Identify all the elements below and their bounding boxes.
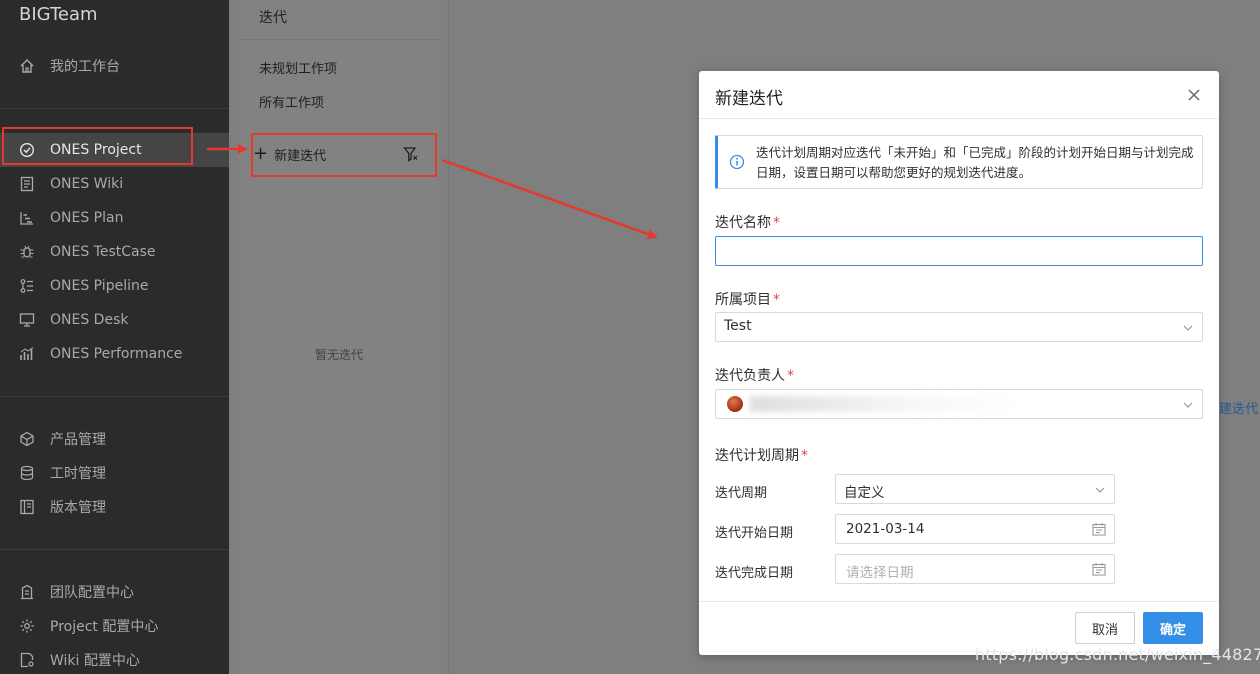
panel-divider [239,39,439,40]
nav-workbench-label: 我的工作台 [50,59,120,75]
nav-version-management-label: 版本管理 [50,500,106,516]
project-label-text: 所属项目 [715,292,771,308]
start-date-value: 2021-03-14 [846,521,925,537]
chevron-down-icon [1095,487,1105,493]
calendar-icon [1092,563,1106,576]
sidebar-divider [0,549,229,550]
nav-workbench[interactable]: 我的工作台 [0,49,229,83]
monitor-icon [19,313,35,327]
all-items-link[interactable]: 所有工作项 [259,92,324,111]
nav-project-config-label: Project 配置中心 [50,619,159,635]
nav-ones-desk-label: ONES Desk [50,312,129,328]
owner-label: 迭代负责人 * [715,365,794,385]
panel-border [448,0,449,674]
info-alert-text: 迭代计划周期对应迭代「未开始」和「已完成」阶段的计划开始日期与计划完成日期，设置… [756,145,1194,180]
end-date-placeholder: 请选择日期 [846,565,914,581]
owner-select[interactable] [715,389,1203,419]
cancel-button[interactable]: 取消 [1075,612,1135,644]
nav-time-management[interactable]: 工时管理 [0,456,229,490]
empty-state-text: 暂无迭代 [314,348,363,362]
nav-team-config-label: 团队配置中心 [50,585,134,601]
avatar [727,396,743,412]
period-label: 迭代周期 [715,486,768,501]
chevron-down-icon [1183,402,1193,408]
dialog-divider [699,118,1219,119]
nav-ones-performance[interactable]: ONES Performance [0,337,229,371]
document-icon [20,176,34,192]
owner-label-text: 迭代负责人 [715,368,785,384]
close-icon[interactable] [1185,86,1203,104]
chevron-down-icon [1183,325,1193,331]
project-label: 所属项目 * [715,289,780,309]
end-date-label: 迭代完成日期 [715,566,794,581]
nav-ones-wiki-label: ONES Wiki [50,176,124,192]
nav-ones-pipeline[interactable]: ONES Pipeline [0,269,229,303]
nav-wiki-config[interactable]: Wiki 配置中心 [0,643,229,674]
required-mark: * [787,368,794,384]
redacted-name [750,396,1020,412]
background-new-iteration-link: 建迭代 [1219,402,1259,417]
annotation-arrow-2 [441,158,658,239]
gantt-icon [20,212,33,225]
iteration-panel: 迭代 未规划工作项 所有工作项 + 新建迭代 暂无迭代 [239,0,439,674]
nav-ones-desk[interactable]: ONES Desk [0,303,229,337]
plan-cycle-label: 迭代计划周期 * [715,445,808,465]
nav-ones-plan-label: ONES Plan [50,210,124,226]
iteration-name-label: 迭代名称 * [715,212,780,232]
info-alert: 迭代计划周期对应迭代「未开始」和「已完成」阶段的计划开始日期与计划完成日期，设置… [715,135,1203,189]
nav-time-management-label: 工时管理 [50,466,106,482]
period-select[interactable]: 自定义 [835,474,1115,504]
nav-ones-testcase-label: ONES TestCase [50,244,156,260]
watermark: https://blog.csdn.net/weixin_44827739 [975,645,1260,664]
required-mark: * [801,448,808,464]
nav-version-management[interactable]: 版本管理 [0,490,229,524]
confirm-button[interactable]: 确定 [1143,612,1203,644]
nav-ones-testcase[interactable]: ONES TestCase [0,235,229,269]
nav-product-management-label: 产品管理 [50,432,106,448]
pipeline-icon [20,279,33,293]
nav-ones-pipeline-label: ONES Pipeline [50,278,149,294]
plan-cycle-label-text: 迭代计划周期 [715,448,799,464]
required-mark: * [773,292,780,308]
nav-project-config[interactable]: Project 配置中心 [0,609,229,643]
dialog-divider [699,601,1219,602]
start-date-label: 迭代开始日期 [715,526,794,541]
annotation-box-project [2,127,193,165]
project-select-value: Test [724,318,752,334]
version-icon [20,499,34,515]
end-date-picker[interactable]: 请选择日期 [835,554,1115,584]
iteration-name-input[interactable] [715,236,1203,266]
database-icon [20,465,34,481]
sidebar-divider [0,108,229,109]
nav-ones-performance-label: ONES Performance [50,346,183,362]
project-select[interactable]: Test [715,312,1203,342]
info-icon [729,154,745,170]
doc-gear-icon [20,652,34,668]
period-select-value: 自定义 [844,485,885,501]
dialog-title: 新建迭代 [715,89,783,109]
bar-chart-icon [20,347,34,360]
unplanned-items-link[interactable]: 未规划工作项 [259,58,337,77]
brand-name[interactable]: BIGTeam [19,4,98,25]
sidebar-divider [0,396,229,397]
nav-wiki-config-label: Wiki 配置中心 [50,653,140,669]
home-icon [20,59,34,73]
nav-ones-wiki[interactable]: ONES Wiki [0,167,229,201]
iteration-name-label-text: 迭代名称 [715,215,771,231]
nav-product-management[interactable]: 产品管理 [0,422,229,456]
iteration-panel-title: 迭代 [259,10,287,26]
bug-icon [20,245,34,258]
gear-icon [20,619,34,633]
nav-team-config[interactable]: 团队配置中心 [0,575,229,609]
new-iteration-dialog: 新建迭代 迭代计划周期对应迭代「未开始」和「已完成」阶段的计划开始日期与计划完成… [699,71,1219,655]
building-icon [21,584,33,600]
start-date-picker[interactable]: 2021-03-14 [835,514,1115,544]
annotation-box-new-iteration [251,133,437,177]
sidebar: BIGTeam 我的工作台 ONES Project ONES Wiki ONE… [0,0,229,674]
required-mark: * [773,215,780,231]
nav-ones-plan[interactable]: ONES Plan [0,201,229,235]
cube-icon [20,431,34,447]
calendar-icon [1092,523,1106,536]
